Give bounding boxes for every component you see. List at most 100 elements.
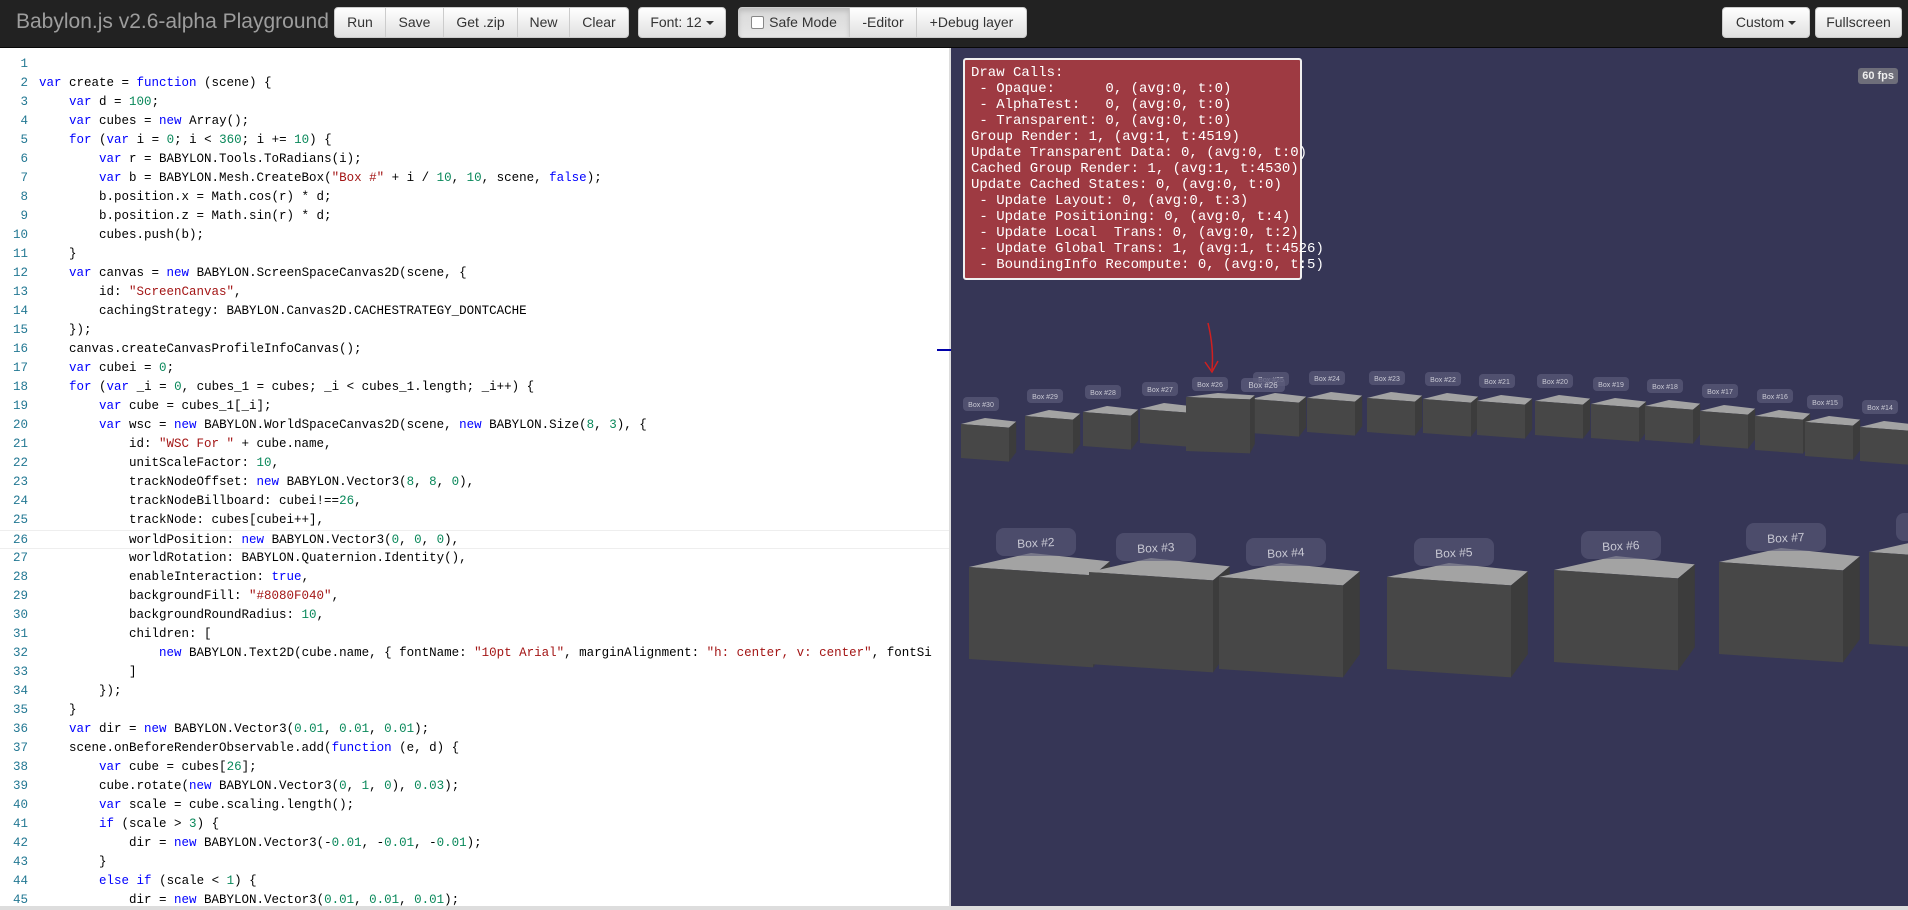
code-line[interactable]: 39 cube.rotate(new BABYLON.Vector3(0, 1,…	[0, 777, 951, 796]
code-line[interactable]: 12 var canvas = new BABYLON.ScreenSpaceC…	[0, 264, 951, 283]
code-line[interactable]: 41 if (scale > 3) {	[0, 815, 951, 834]
get-zip-button[interactable]: Get .zip	[443, 7, 518, 38]
code-text[interactable]: scene.onBeforeRenderObservable.add(funct…	[39, 739, 459, 758]
toggle-editor-button[interactable]: -Editor	[849, 7, 917, 38]
code-line[interactable]: 40 var scale = cube.scaling.length();	[0, 796, 951, 815]
code-text[interactable]: cachingStrategy: BABYLON.Canvas2D.CACHES…	[39, 302, 527, 321]
code-text[interactable]: for (var i = 0; i < 360; i += 10) {	[39, 131, 332, 150]
code-text[interactable]: dir = new BABYLON.Vector3(0.01, 0.01, 0.…	[39, 891, 459, 906]
safe-mode-toggle[interactable]: Safe Mode	[738, 7, 850, 38]
code-line[interactable]: 9 b.position.z = Math.sin(r) * d;	[0, 207, 951, 226]
code-text[interactable]: var canvas = new BABYLON.ScreenSpaceCanv…	[39, 264, 467, 283]
code-line[interactable]: 35 }	[0, 701, 951, 720]
code-text[interactable]: dir = new BABYLON.Vector3(-0.01, -0.01, …	[39, 834, 482, 853]
code-line[interactable]: 19 var cube = cubes_1[_i];	[0, 397, 951, 416]
code-line[interactable]: 22 unitScaleFactor: 10,	[0, 454, 951, 473]
code-line[interactable]: 7 var b = BABYLON.Mesh.CreateBox("Box #"…	[0, 169, 951, 188]
code-line[interactable]: 24 trackNodeBillboard: cubei!==26,	[0, 492, 951, 511]
code-line[interactable]: 38 var cube = cubes[26];	[0, 758, 951, 777]
code-text[interactable]: });	[39, 321, 92, 340]
code-line[interactable]: 42 dir = new BABYLON.Vector3(-0.01, -0.0…	[0, 834, 951, 853]
code-line[interactable]: 4 var cubes = new Array();	[0, 112, 951, 131]
code-text[interactable]: var cubei = 0;	[39, 359, 174, 378]
code-text[interactable]: var wsc = new BABYLON.WorldSpaceCanvas2D…	[39, 416, 647, 435]
code-line[interactable]: 18 for (var _i = 0, cubes_1 = cubes; _i …	[0, 378, 951, 397]
code-text[interactable]: for (var _i = 0, cubes_1 = cubes; _i < c…	[39, 378, 534, 397]
code-line[interactable]: 14 cachingStrategy: BABYLON.Canvas2D.CAC…	[0, 302, 951, 321]
code-line[interactable]: 34 });	[0, 682, 951, 701]
code-text[interactable]: var d = 100;	[39, 93, 159, 112]
code-text[interactable]: id: "WSC For " + cube.name,	[39, 435, 332, 454]
code-text[interactable]: var dir = new BABYLON.Vector3(0.01, 0.01…	[39, 720, 429, 739]
code-line[interactable]: 2 var create = function (scene) {	[0, 74, 951, 93]
code-line[interactable]: 11 }	[0, 245, 951, 264]
fullscreen-button[interactable]: Fullscreen	[1815, 7, 1902, 38]
code-text[interactable]: var r = BABYLON.Tools.ToRadians(i);	[39, 150, 362, 169]
code-text[interactable]: b.position.x = Math.cos(r) * d;	[39, 188, 332, 207]
code-line[interactable]: 32 new BABYLON.Text2D(cube.name, { fontN…	[0, 644, 951, 663]
code-line[interactable]: 6 var r = BABYLON.Tools.ToRadians(i);	[0, 150, 951, 169]
code-text[interactable]: worldPosition: new BABYLON.Vector3(0, 0,…	[39, 531, 459, 550]
code-line[interactable]: 29 backgroundFill: "#8080F040",	[0, 587, 951, 606]
clear-button[interactable]: Clear	[569, 7, 629, 38]
debug-layer-button[interactable]: +Debug layer	[916, 7, 1027, 38]
code-line[interactable]: 26 worldPosition: new BABYLON.Vector3(0,…	[0, 530, 951, 549]
code-text[interactable]: worldRotation: BABYLON.Quaternion.Identi…	[39, 549, 467, 568]
code-text[interactable]: }	[39, 245, 77, 264]
code-text[interactable]: });	[39, 682, 122, 701]
code-text[interactable]: cubes.push(b);	[39, 226, 204, 245]
custom-dropdown[interactable]: Custom	[1722, 7, 1810, 38]
code-line[interactable]: 25 trackNode: cubes[cubei++],	[0, 511, 951, 530]
code-line[interactable]: 33 ]	[0, 663, 951, 682]
new-button[interactable]: New	[517, 7, 570, 38]
code-text[interactable]: trackNodeBillboard: cubei!==26,	[39, 492, 362, 511]
code-text[interactable]: var b = BABYLON.Mesh.CreateBox("Box #" +…	[39, 169, 602, 188]
code-line[interactable]: 20 var wsc = new BABYLON.WorldSpaceCanva…	[0, 416, 951, 435]
run-button[interactable]: Run	[334, 7, 386, 38]
code-line[interactable]: 27 worldRotation: BABYLON.Quaternion.Ide…	[0, 549, 951, 568]
code-line[interactable]: 43 }	[0, 853, 951, 872]
code-text[interactable]: children: [	[39, 625, 212, 644]
code-line[interactable]: 1	[0, 55, 951, 74]
code-line[interactable]: 3 var d = 100;	[0, 93, 951, 112]
code-text[interactable]: enableInteraction: true,	[39, 568, 309, 587]
save-button[interactable]: Save	[385, 7, 444, 38]
code-text[interactable]: }	[39, 701, 77, 720]
code-line[interactable]: 45 dir = new BABYLON.Vector3(0.01, 0.01,…	[0, 891, 951, 906]
code-text[interactable]: var cubes = new Array();	[39, 112, 249, 131]
code-text[interactable]: ]	[39, 663, 137, 682]
code-text[interactable]: else if (scale < 1) {	[39, 872, 257, 891]
code-text[interactable]: cube.rotate(new BABYLON.Vector3(0, 1, 0)…	[39, 777, 459, 796]
font-size-dropdown[interactable]: Font: 12	[638, 7, 726, 38]
code-line[interactable]: 17 var cubei = 0;	[0, 359, 951, 378]
render-canvas[interactable]: Box #30 Box #29 Box #28 Box #27 Box #26 Box #…	[951, 48, 1908, 906]
code-text[interactable]: }	[39, 853, 107, 872]
code-text[interactable]: trackNodeOffset: new BABYLON.Vector3(8, …	[39, 473, 474, 492]
app-title[interactable]: Babylon.js v2.6-alpha Playground	[16, 10, 329, 34]
code-text[interactable]: backgroundFill: "#8080F040",	[39, 587, 339, 606]
code-text[interactable]: var cube = cubes_1[_i];	[39, 397, 272, 416]
code-line[interactable]: 23 trackNodeOffset: new BABYLON.Vector3(…	[0, 473, 951, 492]
code-line[interactable]: 37 scene.onBeforeRenderObservable.add(fu…	[0, 739, 951, 758]
code-line[interactable]: 28 enableInteraction: true,	[0, 568, 951, 587]
code-line[interactable]: 21 id: "WSC For " + cube.name,	[0, 435, 951, 454]
code-text[interactable]: if (scale > 3) {	[39, 815, 219, 834]
code-editor[interactable]: 1 2 var create = function (scene) {3 var d…	[0, 48, 951, 906]
code-text[interactable]: canvas.createCanvasProfileInfoCanvas();	[39, 340, 362, 359]
code-line[interactable]: 44 else if (scale < 1) {	[0, 872, 951, 891]
code-line[interactable]: 5 for (var i = 0; i < 360; i += 10) {	[0, 131, 951, 150]
code-line[interactable]: 15 });	[0, 321, 951, 340]
code-text[interactable]: id: "ScreenCanvas",	[39, 283, 242, 302]
code-line[interactable]: 31 children: [	[0, 625, 951, 644]
code-text[interactable]: var scale = cube.scaling.length();	[39, 796, 354, 815]
code-text[interactable]: new BABYLON.Text2D(cube.name, { fontName…	[39, 644, 932, 663]
code-text[interactable]: var cube = cubes[26];	[39, 758, 257, 777]
code-text[interactable]: var create = function (scene) {	[39, 74, 272, 93]
code-text[interactable]: b.position.z = Math.sin(r) * d;	[39, 207, 332, 226]
code-text[interactable]: backgroundRoundRadius: 10,	[39, 606, 324, 625]
code-text[interactable]: trackNode: cubes[cubei++],	[39, 511, 324, 530]
code-line[interactable]: 16 canvas.createCanvasProfileInfoCanvas(…	[0, 340, 951, 359]
code-line[interactable]: 36 var dir = new BABYLON.Vector3(0.01, 0…	[0, 720, 951, 739]
code-line[interactable]: 13 id: "ScreenCanvas",	[0, 283, 951, 302]
code-line[interactable]: 30 backgroundRoundRadius: 10,	[0, 606, 951, 625]
